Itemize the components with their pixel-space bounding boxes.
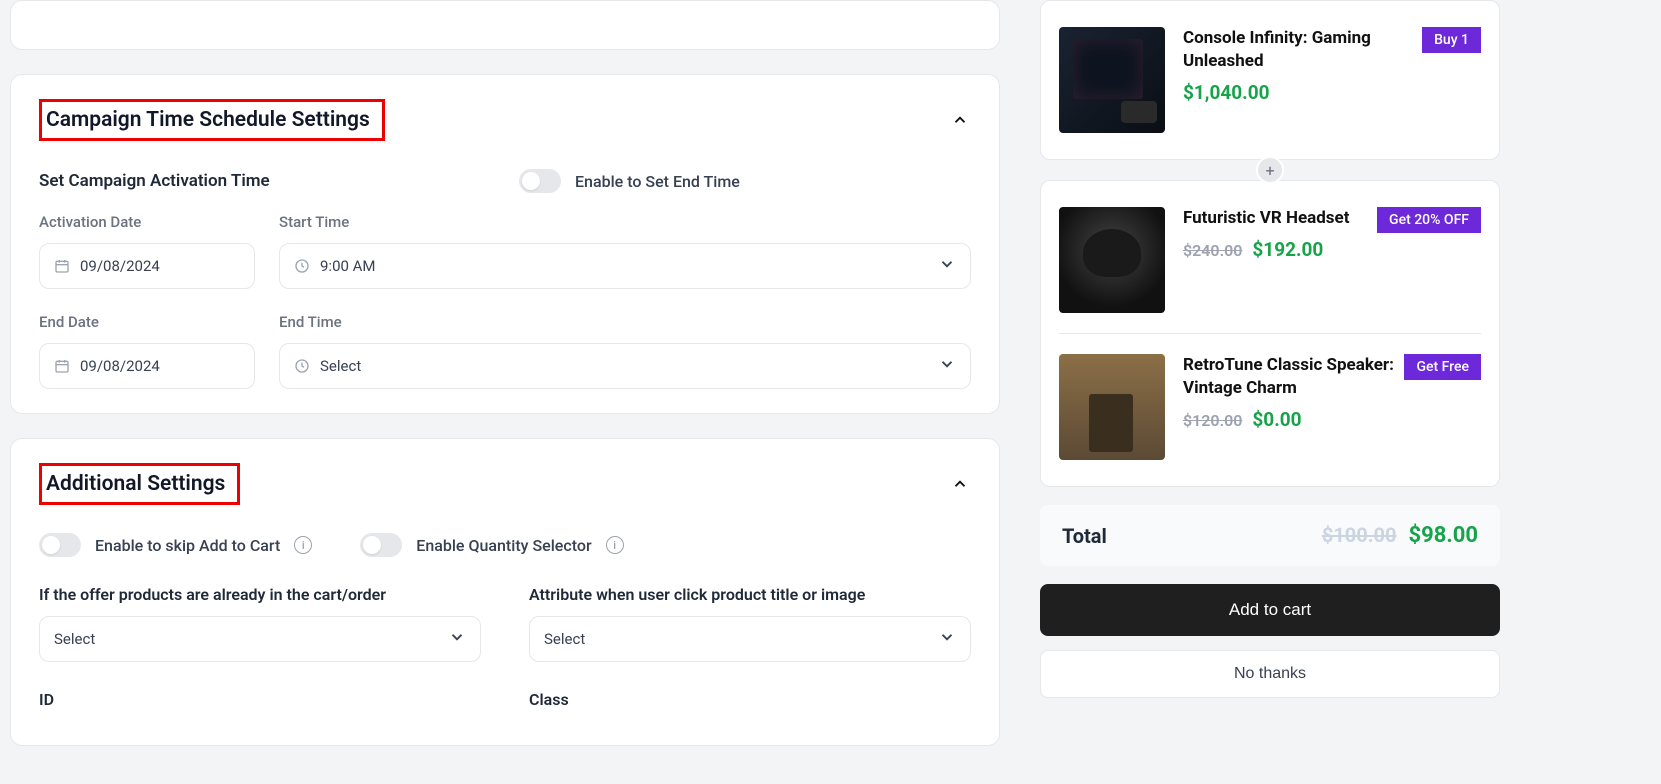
product-image[interactable] [1059,354,1165,460]
product-group-1: Console Infinity: Gaming Unleashed $1,04… [1040,0,1500,160]
plus-icon: + [1256,156,1284,184]
highlight-box: Additional Settings [39,463,240,505]
product-title[interactable]: Console Infinity: Gaming Unleashed [1183,27,1411,73]
chevron-down-icon [938,628,956,650]
product-old-price: $120.00 [1183,411,1242,430]
product-item: Console Infinity: Gaming Unleashed $1,04… [1059,19,1481,141]
qty-selector-toggle[interactable] [360,533,402,557]
product-group-2: Futuristic VR Headset $240.00$192.00 Get… [1040,180,1500,487]
clock-icon [294,358,310,374]
product-price: $1,040.00 [1183,81,1411,104]
collapse-toggle[interactable] [949,109,971,131]
activation-date-label: Activation Date [39,213,255,231]
end-time-toggle-label: Enable to Set End Time [575,172,740,191]
chevron-down-icon [938,255,956,277]
product-badge: Get Free [1404,354,1481,380]
product-image[interactable] [1059,27,1165,133]
product-item: RetroTune Classic Speaker: Vintage Charm… [1059,333,1481,468]
class-label: Class [529,690,971,709]
attribute-label: Attribute when user click product title … [529,585,971,604]
additional-settings-card: Additional Settings Enable to skip Add t… [10,438,1000,746]
product-badge: Buy 1 [1422,27,1481,53]
product-image[interactable] [1059,207,1165,313]
qty-selector-label: Enable Quantity Selector [416,536,591,555]
id-label: ID [39,690,481,709]
collapse-toggle[interactable] [949,473,971,495]
end-time-toggle[interactable] [519,169,561,193]
info-icon[interactable]: i [294,536,312,554]
skip-cart-toggle[interactable] [39,533,81,557]
chevron-down-icon [448,628,466,650]
product-old-price: $240.00 [1183,241,1242,260]
end-date-input[interactable]: 09/08/2024 [39,343,255,389]
already-in-cart-label: If the offer products are already in the… [39,585,481,604]
end-time-select[interactable]: Select [279,343,971,389]
start-time-select[interactable]: 9:00 AM [279,243,971,289]
chevron-down-icon [938,355,956,377]
product-price: $0.00 [1252,408,1301,431]
attribute-select[interactable]: Select [529,616,971,662]
skip-cart-label: Enable to skip Add to Cart [95,536,280,555]
info-icon[interactable]: i [606,536,624,554]
activation-date-input[interactable]: 09/08/2024 [39,243,255,289]
clock-icon [294,258,310,274]
add-to-cart-button[interactable]: Add to cart [1040,584,1500,636]
schedule-title: Campaign Time Schedule Settings [46,108,370,132]
total-value: $98.00 [1409,523,1479,548]
calendar-icon [54,358,70,374]
product-title[interactable]: RetroTune Classic Speaker: Vintage Charm [1183,354,1411,400]
no-thanks-button[interactable]: No thanks [1040,650,1500,698]
preview-panel: Console Infinity: Gaming Unleashed $1,04… [1040,0,1500,770]
product-price: $192.00 [1252,238,1323,261]
end-date-label: End Date [39,313,255,331]
total-row: Total $100.00 $98.00 [1040,505,1500,566]
start-time-label: Start Time [279,213,971,231]
total-old-price: $100.00 [1322,523,1397,547]
total-label: Total [1062,524,1107,548]
calendar-icon [54,258,70,274]
activation-subheading: Set Campaign Activation Time [39,171,479,191]
additional-title: Additional Settings [46,472,225,496]
schedule-settings-card: Campaign Time Schedule Settings Set Camp… [10,74,1000,414]
product-badge: Get 20% OFF [1377,207,1481,233]
product-item: Futuristic VR Headset $240.00$192.00 Get… [1059,199,1481,321]
already-in-cart-select[interactable]: Select [39,616,481,662]
highlight-box: Campaign Time Schedule Settings [39,99,385,141]
end-time-label: End Time [279,313,971,331]
top-card-partial [10,0,1000,50]
